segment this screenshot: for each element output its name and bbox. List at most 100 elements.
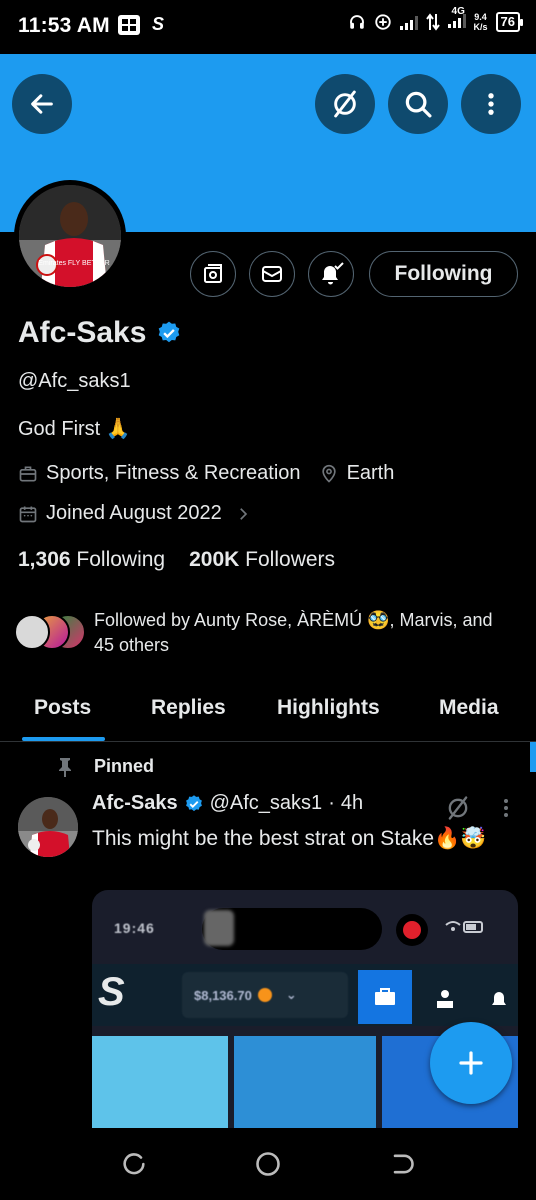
subscribe-icon xyxy=(204,264,222,283)
tweet-text: This might be the best strat on Stake🔥🤯 xyxy=(92,827,487,850)
net-speed-unit: K/s xyxy=(473,22,488,32)
media-balance-value: $8,136.70 xyxy=(194,987,252,1003)
more-vertical-icon xyxy=(488,93,494,115)
status-bar: 11:53 AM S 4G 9.4 K/s 76 xyxy=(0,0,536,54)
pinned-label: Pinned xyxy=(94,756,155,776)
tweet-author-avatar[interactable] xyxy=(18,797,78,857)
signal-2-group: 4G xyxy=(447,6,466,32)
media-user-icon xyxy=(437,990,453,1008)
compose-button[interactable] xyxy=(430,1022,512,1104)
media-bell-icon xyxy=(492,992,506,1005)
grok-icon[interactable] xyxy=(444,794,472,822)
search-button[interactable] xyxy=(388,74,448,134)
media-balance: $8,136.70 ⌄ xyxy=(182,972,348,1018)
followers-count: 200K xyxy=(189,548,240,571)
profile-joined: Joined August 2022 xyxy=(46,502,222,524)
media-record-indicator xyxy=(396,914,428,946)
followed-by-text: Followed by Aunty Rose, ÀRÈMÚ 🥸, Marvis,… xyxy=(94,610,493,655)
stake-notification-icon: S xyxy=(152,14,165,34)
back-button[interactable] xyxy=(12,74,72,134)
profile-bio: God First 🙏 xyxy=(18,418,131,440)
chevron-right-icon xyxy=(239,507,247,520)
followed-by[interactable]: Followed by Aunty Rose, ÀRÈMÚ 🥸, Marvis,… xyxy=(14,608,514,658)
media-phone-time: 19:46 xyxy=(114,920,155,936)
following-stat[interactable]: 1,306 Following xyxy=(18,548,165,572)
joined-row[interactable]: Joined August 2022 xyxy=(18,502,252,525)
notifications-button[interactable] xyxy=(308,251,354,297)
media-wifi-icon xyxy=(445,921,483,933)
plus-icon xyxy=(459,1051,483,1075)
display-name: Afc-Saks xyxy=(18,316,147,349)
profile-meta-row: Sports, Fitness & Recreation Earth xyxy=(18,462,394,485)
following-button[interactable]: Following xyxy=(369,251,518,297)
avatar xyxy=(14,614,50,650)
tweet-author-handle[interactable]: @Afc_saks1 xyxy=(210,792,323,815)
briefcase-icon xyxy=(19,466,37,481)
name-row: Afc-Saks xyxy=(18,316,182,350)
tab-highlights[interactable]: Highlights xyxy=(277,696,380,720)
verified-badge-icon[interactable] xyxy=(156,320,182,346)
back-gesture-icon[interactable] xyxy=(388,1150,416,1178)
followers-stat[interactable]: 200K Followers xyxy=(189,548,335,572)
media-game-tile xyxy=(92,1036,228,1128)
follow-stats: 1,306 Following 200K Followers xyxy=(18,548,335,572)
net-speed-value: 9.4 xyxy=(474,12,487,22)
envelope-icon xyxy=(262,266,282,282)
followers-label: Followers xyxy=(245,548,336,571)
following-label: Following xyxy=(76,548,166,571)
profile-tabs: Posts Replies Highlights Media xyxy=(0,690,536,742)
status-time: 11:53 AM xyxy=(18,14,110,37)
location-pin-icon xyxy=(321,464,336,483)
jersey-sponsor: Emirates FLY BETTER xyxy=(38,260,109,267)
pinned-label-row: Pinned xyxy=(56,756,154,777)
coin-icon xyxy=(257,988,272,1002)
pin-icon xyxy=(59,757,71,777)
tab-posts[interactable]: Posts xyxy=(34,696,91,720)
recent-apps-icon[interactable] xyxy=(120,1150,148,1178)
media-status-icons xyxy=(444,920,484,937)
mutual-avatars xyxy=(14,614,86,650)
system-nav-bar xyxy=(0,1128,536,1200)
status-right-group: 4G 9.4 K/s 76 xyxy=(348,6,524,32)
more-options-button[interactable] xyxy=(461,74,521,134)
media-wallet-button xyxy=(358,970,412,1024)
player-photo: Emirates FLY BETTER xyxy=(19,185,121,287)
active-tab-indicator xyxy=(22,737,105,741)
media-stake-logo: S xyxy=(98,970,125,1014)
tab-replies[interactable]: Replies xyxy=(151,696,226,720)
tweet-author-name[interactable]: Afc-Saks xyxy=(92,792,178,815)
media-island-thumbnail xyxy=(204,910,234,946)
gallery-notification-icon xyxy=(118,15,140,35)
data-saver-icon xyxy=(374,14,391,30)
profile-handle: @Afc_saks1 xyxy=(18,370,131,392)
verified-badge-icon xyxy=(185,794,202,811)
grok-button[interactable] xyxy=(315,74,375,134)
grok-icon xyxy=(334,90,356,118)
arrow-left-icon xyxy=(31,94,53,114)
search-icon xyxy=(405,91,432,118)
scrollbar[interactable] xyxy=(530,742,536,772)
tweet-separator: · xyxy=(328,792,335,814)
chevron-down-icon: ⌄ xyxy=(285,987,297,1002)
message-button[interactable] xyxy=(249,251,295,297)
net-speed: 9.4 K/s xyxy=(474,12,488,32)
profile-category: Sports, Fitness & Recreation xyxy=(46,462,301,484)
profile-avatar-frame[interactable]: Emirates FLY BETTER xyxy=(14,180,126,292)
following-count: 1,306 xyxy=(18,548,71,571)
home-icon[interactable] xyxy=(254,1150,282,1178)
data-arrows-icon xyxy=(425,13,440,31)
headphones-icon xyxy=(349,15,364,29)
avatar: Emirates FLY BETTER xyxy=(19,185,121,287)
tweet-header: Afc-Saks @Afc_saks1 · 4h xyxy=(92,792,363,815)
tweet-time: 4h xyxy=(340,792,364,814)
more-vertical-icon[interactable] xyxy=(496,796,516,820)
media-game-tile xyxy=(234,1036,376,1128)
signal-1-icon xyxy=(399,14,418,30)
profile-location: Earth xyxy=(346,462,395,484)
calendar-icon xyxy=(19,506,37,522)
battery-indicator: 76 xyxy=(495,12,524,32)
author-photo xyxy=(18,797,78,857)
bell-check-icon xyxy=(322,262,344,285)
tab-media[interactable]: Media xyxy=(439,696,499,720)
subscribe-button[interactable] xyxy=(190,251,236,297)
